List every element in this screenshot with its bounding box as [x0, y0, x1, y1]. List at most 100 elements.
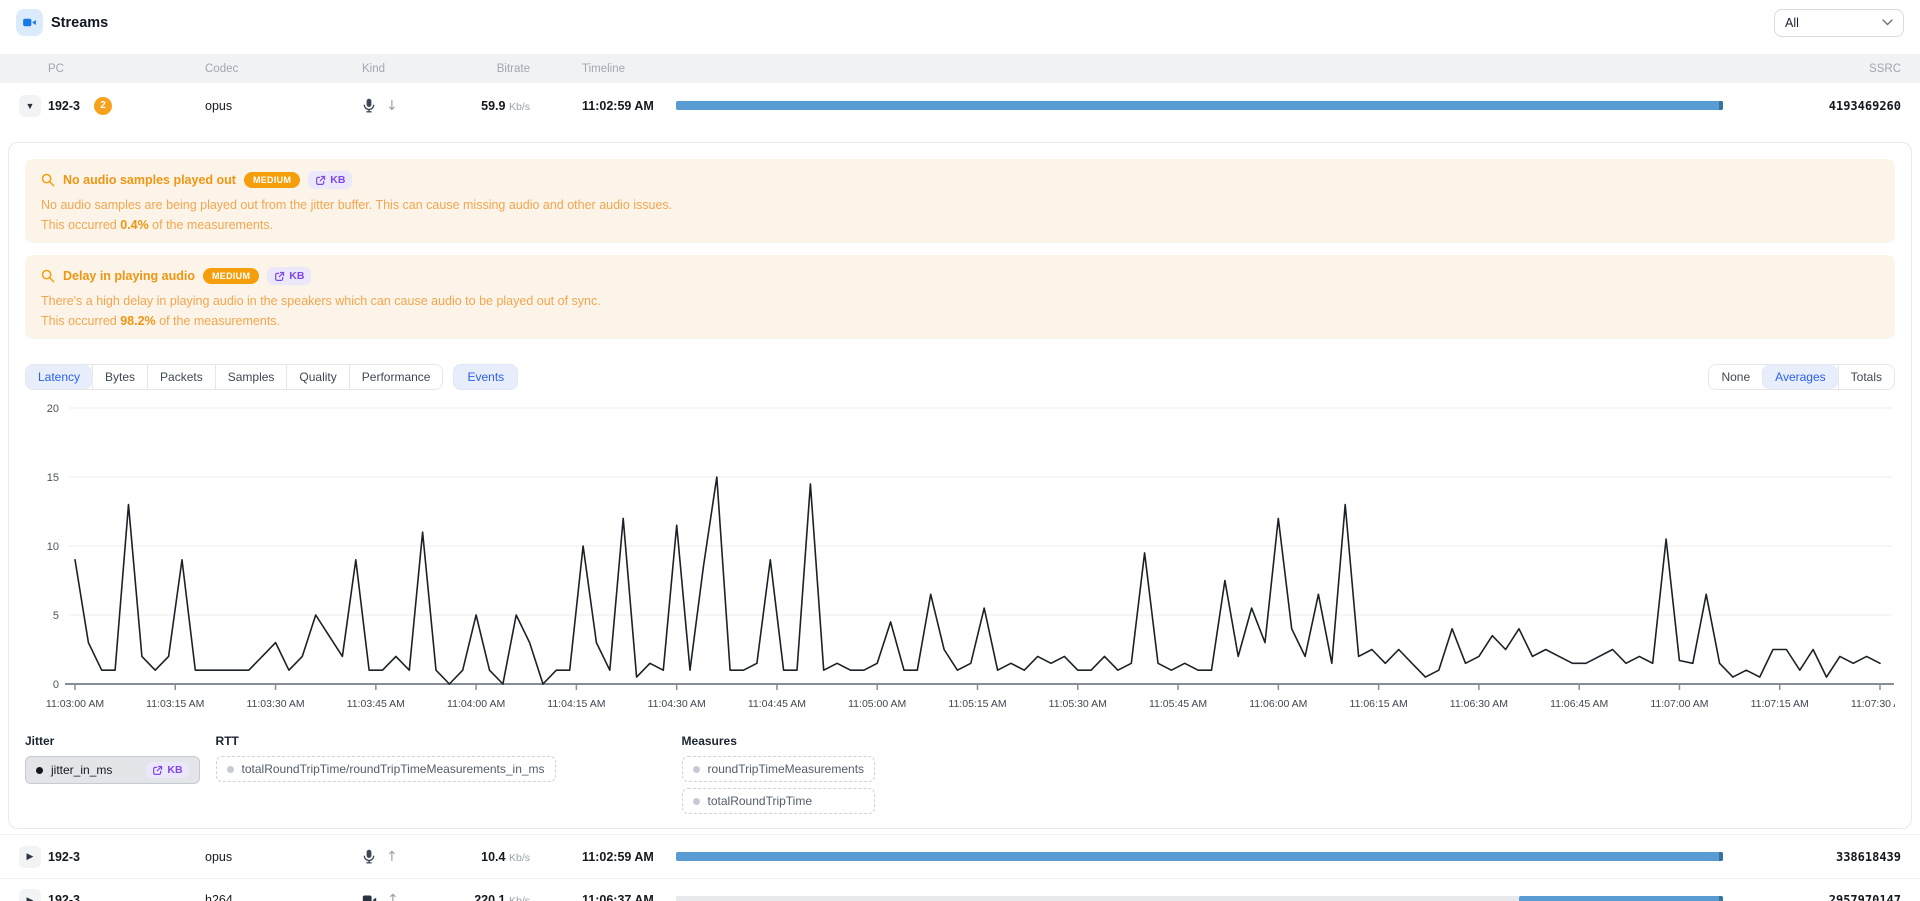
kb-link[interactable]: KB — [146, 762, 188, 778]
chart-tabs-row: Latency Bytes Packets Samples Quality Pe… — [25, 364, 1895, 390]
kb-link[interactable]: KB — [267, 267, 311, 285]
series-chip-total-round-trip-time[interactable]: totalRoundTripTime — [682, 788, 876, 814]
series-chip-jitter-in-ms[interactable]: jitter_in_ms KB — [25, 756, 200, 784]
svg-text:11:05:00 AM: 11:05:00 AM — [848, 698, 906, 710]
timeline-bar — [676, 852, 1723, 861]
series-label: jitter_in_ms — [51, 763, 112, 777]
expand-row-button[interactable]: ▶ — [19, 846, 41, 868]
severity-badge: MEDIUM — [244, 172, 300, 188]
pc-label: 192-3 — [48, 850, 80, 864]
svg-text:11:06:30 AM: 11:06:30 AM — [1450, 698, 1508, 710]
streams-app-icon — [16, 9, 43, 36]
direction-outbound-icon: ↑ — [386, 849, 398, 865]
svg-text:11:03:00 AM: 11:03:00 AM — [46, 698, 104, 710]
events-toggle-button[interactable]: Events — [453, 364, 518, 390]
occurrence-percentage: 98.2% — [120, 314, 155, 328]
svg-text:11:06:45 AM: 11:06:45 AM — [1550, 698, 1608, 710]
jitter-chart: 0510152011:03:00 AM11:03:15 AM11:03:30 A… — [25, 396, 1895, 724]
search-icon — [41, 173, 55, 187]
tab-quality[interactable]: Quality — [286, 365, 348, 389]
kb-label: KB — [167, 764, 182, 776]
table-row: ▼ 192-3 2 opus ↓ 59.9 Kb/s 11:02:59 AM 4… — [0, 83, 1920, 128]
expand-row-button[interactable]: ▶ — [19, 889, 41, 901]
metric-tab-group: Latency Bytes Packets Samples Quality Pe… — [25, 364, 443, 390]
bitrate-value: 220.1 — [474, 893, 505, 901]
alert-occurrence: This occurred 98.2% of the measurements. — [41, 314, 1879, 328]
table-row: ▶ 192-3 opus ↑ 10.4 Kb/s 11:02:59 AM 338… — [0, 834, 1920, 878]
svg-text:11:06:15 AM: 11:06:15 AM — [1350, 698, 1408, 710]
svg-text:11:03:30 AM: 11:03:30 AM — [246, 698, 304, 710]
series-chip-total-round-trip-time-measurements[interactable]: totalRoundTripTime/roundTripTimeMeasurem… — [216, 756, 556, 782]
alert-occurrence: This occurred 0.4% of the measurements. — [41, 218, 1879, 232]
share-icon — [152, 765, 163, 776]
ssrc-value: 338618439 — [1836, 850, 1901, 864]
tab-none[interactable]: None — [1709, 365, 1762, 389]
svg-text:11:04:15 AM: 11:04:15 AM — [547, 698, 605, 710]
share-icon — [315, 175, 326, 186]
tab-packets[interactable]: Packets — [147, 365, 215, 389]
direction-outbound-icon: ↑ — [387, 892, 399, 901]
search-icon — [41, 269, 55, 283]
table-header-row: PC Codec Kind Bitrate Timeline SSRC — [0, 54, 1920, 83]
tab-totals[interactable]: Totals — [1838, 365, 1894, 389]
bitrate-unit: Kb/s — [509, 101, 530, 113]
tab-samples[interactable]: Samples — [215, 365, 287, 389]
series-chip-round-trip-time-measurements[interactable]: roundTripTimeMeasurements — [682, 756, 876, 782]
kb-link[interactable]: KB — [308, 171, 352, 189]
timeline-bar-fill — [1519, 896, 1723, 901]
svg-text:20: 20 — [47, 403, 59, 415]
legend-group-measures: Measures — [682, 734, 876, 748]
expanded-stream-panel: No audio samples played out MEDIUM KB No… — [8, 142, 1912, 829]
chevron-down-icon — [1882, 19, 1893, 26]
tab-performance[interactable]: Performance — [349, 365, 443, 389]
alert-no-audio-samples: No audio samples played out MEDIUM KB No… — [25, 159, 1895, 243]
alert-title: No audio samples played out — [63, 173, 236, 187]
bitrate-unit: Kb/s — [509, 852, 530, 864]
tab-latency[interactable]: Latency — [26, 365, 92, 389]
aggregation-tab-group: None Averages Totals — [1708, 364, 1895, 390]
series-label: totalRoundTripTime — [708, 794, 812, 808]
ssrc-value: 4193469260 — [1829, 99, 1901, 113]
codec-label: opus — [205, 850, 362, 864]
svg-text:0: 0 — [53, 679, 59, 691]
timeline-bar — [676, 896, 1723, 901]
severity-badge: MEDIUM — [203, 268, 259, 284]
video-camera-icon — [362, 894, 377, 901]
alert-description: There's a high delay in playing audio in… — [41, 294, 1879, 308]
series-label: totalRoundTripTime/roundTripTimeMeasurem… — [242, 762, 545, 776]
series-dot — [693, 766, 700, 773]
svg-text:11:03:45 AM: 11:03:45 AM — [347, 698, 405, 710]
microphone-icon — [362, 98, 376, 113]
alert-delay-playing-audio: Delay in playing audio MEDIUM KB There's… — [25, 255, 1895, 339]
tab-bytes[interactable]: Bytes — [92, 365, 147, 389]
alert-description: No audio samples are being played out fr… — [41, 198, 1879, 212]
microphone-icon — [362, 849, 376, 864]
jitter-line-chart: 0510152011:03:00 AM11:03:15 AM11:03:30 A… — [25, 396, 1895, 724]
timeline-bar — [676, 101, 1723, 110]
svg-text:11:04:30 AM: 11:04:30 AM — [648, 698, 706, 710]
ssrc-value: 2957970147 — [1829, 893, 1901, 901]
svg-text:11:03:15 AM: 11:03:15 AM — [146, 698, 204, 710]
timeline-bar-fill — [676, 101, 1723, 110]
svg-text:11:04:45 AM: 11:04:45 AM — [748, 698, 806, 710]
svg-text:15: 15 — [47, 472, 59, 484]
bitrate-value: 59.9 — [481, 99, 505, 113]
share-icon — [274, 271, 285, 282]
svg-text:11:07:00 AM: 11:07:00 AM — [1650, 698, 1708, 710]
svg-text:11:04:00 AM: 11:04:00 AM — [447, 698, 505, 710]
alert-title: Delay in playing audio — [63, 269, 195, 283]
tab-averages[interactable]: Averages — [1762, 365, 1837, 389]
stream-start-time: 11:06:37 AM — [530, 893, 676, 901]
video-camera-icon — [22, 15, 37, 30]
stream-filter-select[interactable]: All — [1774, 9, 1904, 37]
legend-group-rtt: RTT — [216, 734, 556, 748]
direction-inbound-icon: ↓ — [386, 98, 398, 114]
collapse-row-button[interactable]: ▼ — [19, 95, 41, 117]
table-row: ▶ 192-3 h264 ↑ 220.1 Kb/s 11:06:37 AM 29… — [0, 878, 1920, 901]
svg-text:11:07:30 AM: 11:07:30 AM — [1851, 698, 1895, 710]
occurrence-percentage: 0.4% — [120, 218, 149, 232]
issue-count-badge: 2 — [94, 97, 112, 115]
col-header-ssrc: SSRC — [1869, 63, 1901, 75]
svg-text:5: 5 — [53, 610, 59, 622]
kb-label: KB — [330, 174, 345, 186]
